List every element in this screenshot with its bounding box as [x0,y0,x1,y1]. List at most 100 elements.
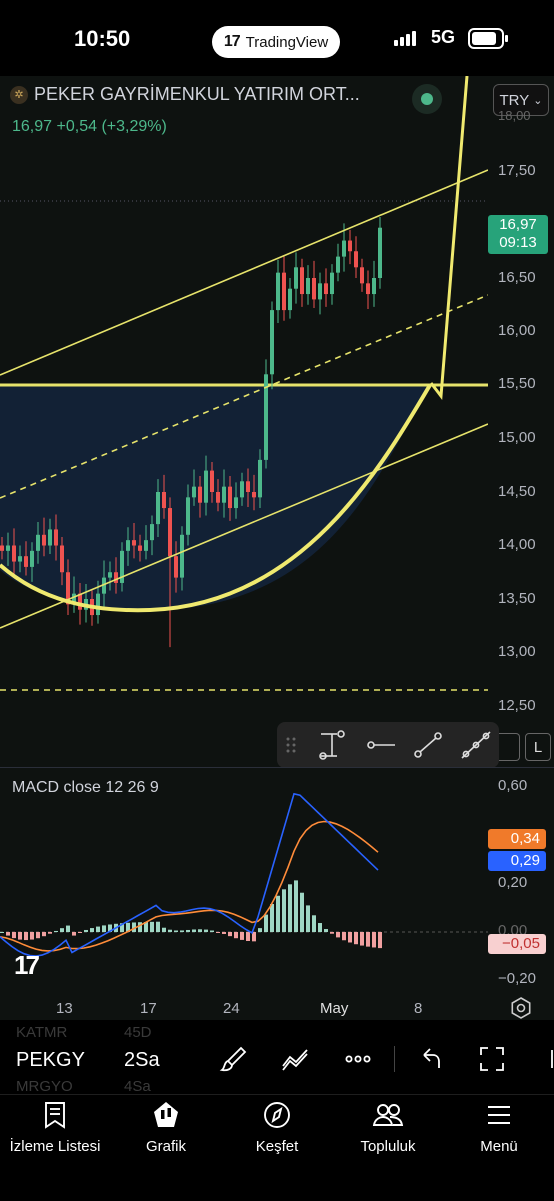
histogram-bar [18,932,22,940]
candle [300,258,304,307]
price-chart[interactable] [0,76,488,766]
histogram-bar [336,932,340,938]
histogram-bar [12,932,16,939]
axis-label: 14,50 [498,483,536,500]
histogram-bar [72,932,76,936]
candle [288,278,292,319]
ghost-symbol: KATMR [16,1024,68,1041]
histogram-bar [270,904,274,932]
side-button-l[interactable]: L [525,733,551,761]
fullscreen-icon[interactable] [477,1044,507,1074]
horizontal-ray-icon[interactable] [363,730,397,760]
histogram-bar [180,930,184,932]
clock: 10:50 [74,26,131,51]
more-icon[interactable] [343,1044,373,1074]
nav-explore[interactable]: Keşfet [222,1100,332,1155]
multi-point-line-icon[interactable] [459,730,493,760]
network-type: 5G [431,27,456,47]
histogram-bar [102,925,106,932]
histogram-bar [282,889,286,932]
settings-gear-icon[interactable] [509,996,533,1020]
trend-tools-icon[interactable] [280,1044,310,1074]
vertical-line-icon[interactable] [315,730,349,760]
histogram-bar [222,932,226,934]
nav-watchlist[interactable]: İzleme Listesi [0,1100,110,1155]
symbol-selector[interactable]: PEKGY [16,1049,85,1072]
scroll-more-icon[interactable] [540,1044,554,1074]
candle [360,258,364,292]
ghost-symbol: MRGYO [16,1078,73,1095]
histogram-bar [348,932,352,943]
histogram-bar [186,929,190,932]
market-open-icon[interactable] [412,84,442,114]
histogram-bar [330,932,334,934]
axis-label: 17,50 [498,162,536,179]
macd-axis-label: 0,60 [498,777,528,794]
candle [324,268,328,307]
candle [282,255,286,321]
drag-handle-icon[interactable] [283,730,299,760]
histogram-bar [90,928,94,932]
macd-legend[interactable]: MACD close 12 26 9 [12,779,159,797]
macd-histogram [0,880,382,949]
last-price-label: 16,97 09:13 [488,215,548,254]
axis-label: 15,00 [498,429,536,446]
symbol-header[interactable]: ✲ PEKER GAYRİMENKUL YATIRIM ORT... [10,84,360,105]
signal-value-label: 0,34 [488,829,546,849]
interval-selector[interactable]: 2Sa [124,1049,160,1072]
macd-chart[interactable] [0,770,488,992]
candle [366,270,370,310]
histogram-bar [204,929,208,932]
change-abs: +0,54 [56,118,97,135]
cup-fill-zone [0,385,430,610]
status-bar: 10:50 17 TradingView 5G [0,0,554,76]
undo-icon[interactable] [415,1044,445,1074]
signal-icon [394,31,416,46]
histogram-bar [216,932,220,933]
nav-chart[interactable]: Grafik [111,1100,221,1155]
histogram-bar [78,932,82,933]
histogram-bar [174,930,178,932]
histogram-bar [138,922,142,932]
side-button-d[interactable] [499,733,520,761]
histogram-bar [162,927,166,932]
change-pct: (+3,29%) [101,118,167,135]
histogram-bar [96,926,100,932]
macd-axis-label: −0,20 [498,970,536,987]
nav-community[interactable]: Topluluk [333,1100,443,1155]
hamburger-icon [488,1106,510,1124]
chevron-down-icon: ⌄ [533,94,543,107]
time-label: 24 [223,1000,240,1017]
currency-label: TRY [499,91,530,109]
candle [270,301,274,390]
histogram-value-label: −0,05 [488,934,546,954]
candle [378,217,382,289]
trend-line-icon[interactable] [411,730,445,760]
watchlist-icon [45,1102,65,1129]
histogram-bar [84,929,88,932]
histogram-bar [360,932,364,946]
histogram-bar [66,925,70,932]
histogram-bar [150,921,154,932]
candle [312,260,316,308]
compass-icon [264,1102,290,1128]
histogram-bar [24,932,28,941]
candle [294,252,298,304]
candle [336,243,340,282]
tradingview-pill[interactable]: 17 TradingView [212,26,340,58]
histogram-bar [60,928,64,932]
histogram-bar [234,932,238,939]
histogram-bar [6,932,10,936]
histogram-bar [300,892,304,932]
macd-value-label: 0,29 [488,851,546,871]
nav-menu[interactable]: Menü [444,1100,554,1155]
axis-label: 13,00 [498,643,536,660]
histogram-bar [246,932,250,942]
symbol-name: PEKER GAYRİMENKUL YATIRIM ORT... [34,84,360,104]
pane-divider[interactable] [0,767,554,768]
candle [330,264,334,305]
symbol-logo-icon: ✲ [10,85,28,104]
drawing-toolbar[interactable] [277,722,499,768]
brush-icon[interactable] [219,1044,249,1074]
handle-breakout-line [429,76,469,400]
